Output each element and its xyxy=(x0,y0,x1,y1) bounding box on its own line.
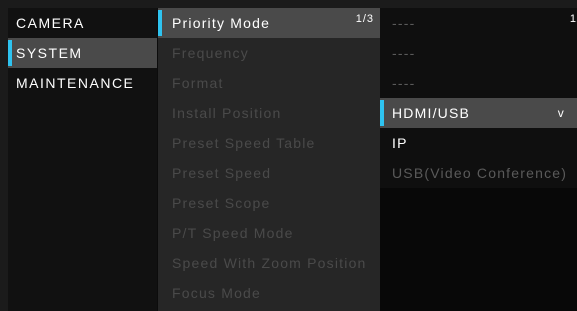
submenu-item-install-position[interactable]: Install Position xyxy=(158,98,380,128)
submenu-item-speed-with-zoom-position[interactable]: Speed With Zoom Position xyxy=(158,248,380,278)
menu-item-label: MAINTENANCE xyxy=(16,75,135,91)
option-item-label: ---- xyxy=(392,15,416,31)
submenu-item-preset-speed-table[interactable]: Preset Speed Table xyxy=(158,128,380,158)
main-menu: CAMERA SYSTEM MAINTENANCE xyxy=(8,8,157,311)
submenu-item-format[interactable]: Format xyxy=(158,68,380,98)
submenu-item-priority-mode[interactable]: Priority Mode 1/3 xyxy=(158,8,380,38)
option-item-ip[interactable]: IP xyxy=(380,128,577,158)
option-list: ---- 1/ ---- ---- HDMI/USB v IP USB(Vide… xyxy=(380,8,577,311)
submenu-item-label: Preset Scope xyxy=(172,195,271,211)
option-item-label: IP xyxy=(392,135,408,151)
submenu-item-label: Install Position xyxy=(172,105,282,121)
option-list-background xyxy=(380,188,577,311)
submenu-item-label: Preset Speed Table xyxy=(172,135,316,151)
chevron-down-icon: v xyxy=(557,106,565,120)
system-submenu: Priority Mode 1/3 Frequency Format Insta… xyxy=(158,8,380,311)
selection-marker xyxy=(380,100,384,126)
menu-item-label: CAMERA xyxy=(16,15,85,31)
camera-settings-menu: CAMERA SYSTEM MAINTENANCE Priority Mode … xyxy=(8,8,577,311)
submenu-item-preset-speed[interactable]: Preset Speed xyxy=(158,158,380,188)
page-indicator: 1/3 xyxy=(355,13,374,25)
submenu-item-label: Frequency xyxy=(172,45,249,61)
option-item-label: USB(Video Conference) xyxy=(392,165,568,181)
page-indicator: 1/ xyxy=(569,13,577,25)
submenu-item-frequency[interactable]: Frequency xyxy=(158,38,380,68)
submenu-item-preset-scope[interactable]: Preset Scope xyxy=(158,188,380,218)
menu-item-system[interactable]: SYSTEM xyxy=(8,38,157,68)
submenu-item-label: Format xyxy=(172,75,224,91)
option-item-placeholder: ---- xyxy=(380,38,577,68)
option-item-hdmi-usb[interactable]: HDMI/USB v xyxy=(380,98,577,128)
selection-marker xyxy=(158,10,162,36)
menu-item-camera[interactable]: CAMERA xyxy=(8,8,157,38)
selection-marker xyxy=(8,40,12,66)
option-item-label: ---- xyxy=(392,75,416,91)
submenu-item-label: Speed With Zoom Position xyxy=(172,255,367,271)
submenu-item-pt-speed-mode[interactable]: P/T Speed Mode xyxy=(158,218,380,248)
menu-item-label: SYSTEM xyxy=(16,45,83,61)
option-item-usb-video-conference[interactable]: USB(Video Conference) xyxy=(380,158,577,188)
option-item-placeholder: ---- xyxy=(380,68,577,98)
option-item-label: ---- xyxy=(392,45,416,61)
submenu-item-label: P/T Speed Mode xyxy=(172,225,294,241)
submenu-item-label: Preset Speed xyxy=(172,165,272,181)
option-item-placeholder: ---- 1/ xyxy=(380,8,577,38)
option-item-label: HDMI/USB xyxy=(392,105,471,121)
menu-item-maintenance[interactable]: MAINTENANCE xyxy=(8,68,157,98)
submenu-item-label: Focus Mode xyxy=(172,285,262,301)
submenu-item-focus-mode[interactable]: Focus Mode xyxy=(158,278,380,308)
submenu-item-label: Priority Mode xyxy=(172,15,271,31)
